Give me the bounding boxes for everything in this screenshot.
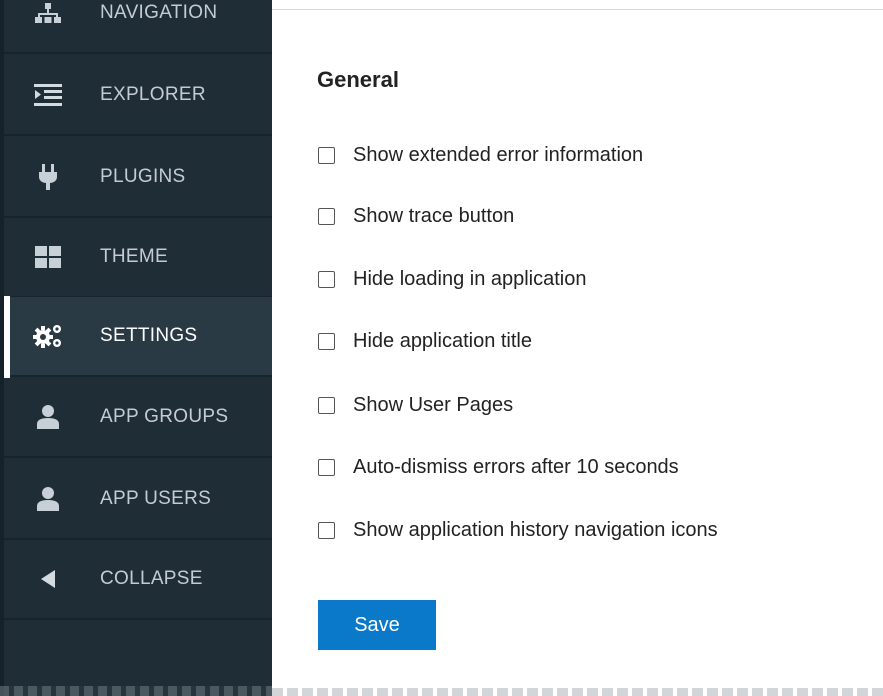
section-title: General bbox=[317, 67, 399, 92]
checkbox[interactable] bbox=[318, 396, 335, 414]
sidebar: NAVIGATION EXPLORER PLUGINS THEME SETTIN… bbox=[0, 0, 272, 696]
active-indicator bbox=[4, 296, 10, 378]
sidebar-item-label: EXPLORER bbox=[100, 84, 206, 105]
sidebar-item-settings[interactable]: SETTINGS bbox=[4, 297, 272, 377]
plug-icon bbox=[32, 161, 64, 193]
user-icon bbox=[32, 483, 64, 515]
checkbox[interactable] bbox=[318, 146, 335, 164]
sidebar-footer bbox=[0, 686, 272, 696]
option-label: Show extended error information bbox=[353, 143, 644, 166]
option-label: Hide application title bbox=[353, 329, 532, 352]
option-show-history-navigation-icons[interactable]: Show application history navigation icon… bbox=[318, 515, 718, 545]
checkbox[interactable] bbox=[318, 521, 335, 539]
sidebar-item-collapse[interactable]: COLLAPSE bbox=[4, 540, 272, 620]
sidebar-item-explorer[interactable]: EXPLORER bbox=[4, 56, 272, 136]
footer-strip bbox=[272, 688, 883, 696]
sidebar-item-label: SETTINGS bbox=[100, 325, 198, 346]
checkbox[interactable] bbox=[318, 270, 335, 288]
sidebar-item-label: THEME bbox=[100, 246, 168, 267]
sidebar-item-label: PLUGINS bbox=[100, 166, 186, 187]
checkbox[interactable] bbox=[318, 207, 335, 225]
option-hide-loading-in-application[interactable]: Hide loading in application bbox=[318, 264, 587, 294]
option-label: Auto-dismiss errors after 10 seconds bbox=[353, 455, 679, 478]
sidebar-item-app-users[interactable]: APP USERS bbox=[4, 460, 272, 540]
gears-icon bbox=[32, 320, 64, 352]
checkbox[interactable] bbox=[318, 458, 335, 476]
sidebar-item-label: APP USERS bbox=[100, 488, 212, 509]
user-icon bbox=[32, 401, 64, 433]
checkbox[interactable] bbox=[318, 332, 335, 350]
option-show-trace-button[interactable]: Show trace button bbox=[318, 201, 514, 231]
option-hide-application-title[interactable]: Hide application title bbox=[318, 326, 532, 356]
sidebar-item-label: COLLAPSE bbox=[100, 568, 203, 589]
sidebar-item-plugins[interactable]: PLUGINS bbox=[4, 138, 272, 218]
navigation-icon bbox=[32, 0, 64, 29]
divider bbox=[272, 9, 883, 10]
triangle-left-icon bbox=[32, 563, 64, 595]
sidebar-item-navigation[interactable]: NAVIGATION bbox=[4, 0, 272, 54]
theme-grid-icon bbox=[32, 241, 64, 273]
sidebar-item-label: APP GROUPS bbox=[100, 406, 229, 427]
sidebar-item-label: NAVIGATION bbox=[100, 2, 218, 23]
explorer-icon bbox=[32, 79, 64, 111]
sidebar-item-theme[interactable]: THEME bbox=[4, 218, 272, 298]
settings-panel: General Show extended error information … bbox=[272, 0, 883, 696]
sidebar-item-app-groups[interactable]: APP GROUPS bbox=[4, 378, 272, 458]
option-label: Hide loading in application bbox=[353, 267, 587, 290]
option-show-extended-error-information[interactable]: Show extended error information bbox=[318, 140, 643, 170]
option-auto-dismiss-errors[interactable]: Auto-dismiss errors after 10 seconds bbox=[318, 452, 679, 482]
save-button[interactable]: Save bbox=[318, 600, 436, 650]
option-label: Show trace button bbox=[353, 204, 515, 227]
settings-screen: NAVIGATION EXPLORER PLUGINS THEME SETTIN… bbox=[0, 0, 883, 696]
option-label: Show User Pages bbox=[353, 393, 514, 416]
option-show-user-pages[interactable]: Show User Pages bbox=[318, 390, 513, 420]
option-label: Show application history navigation icon… bbox=[353, 518, 718, 541]
